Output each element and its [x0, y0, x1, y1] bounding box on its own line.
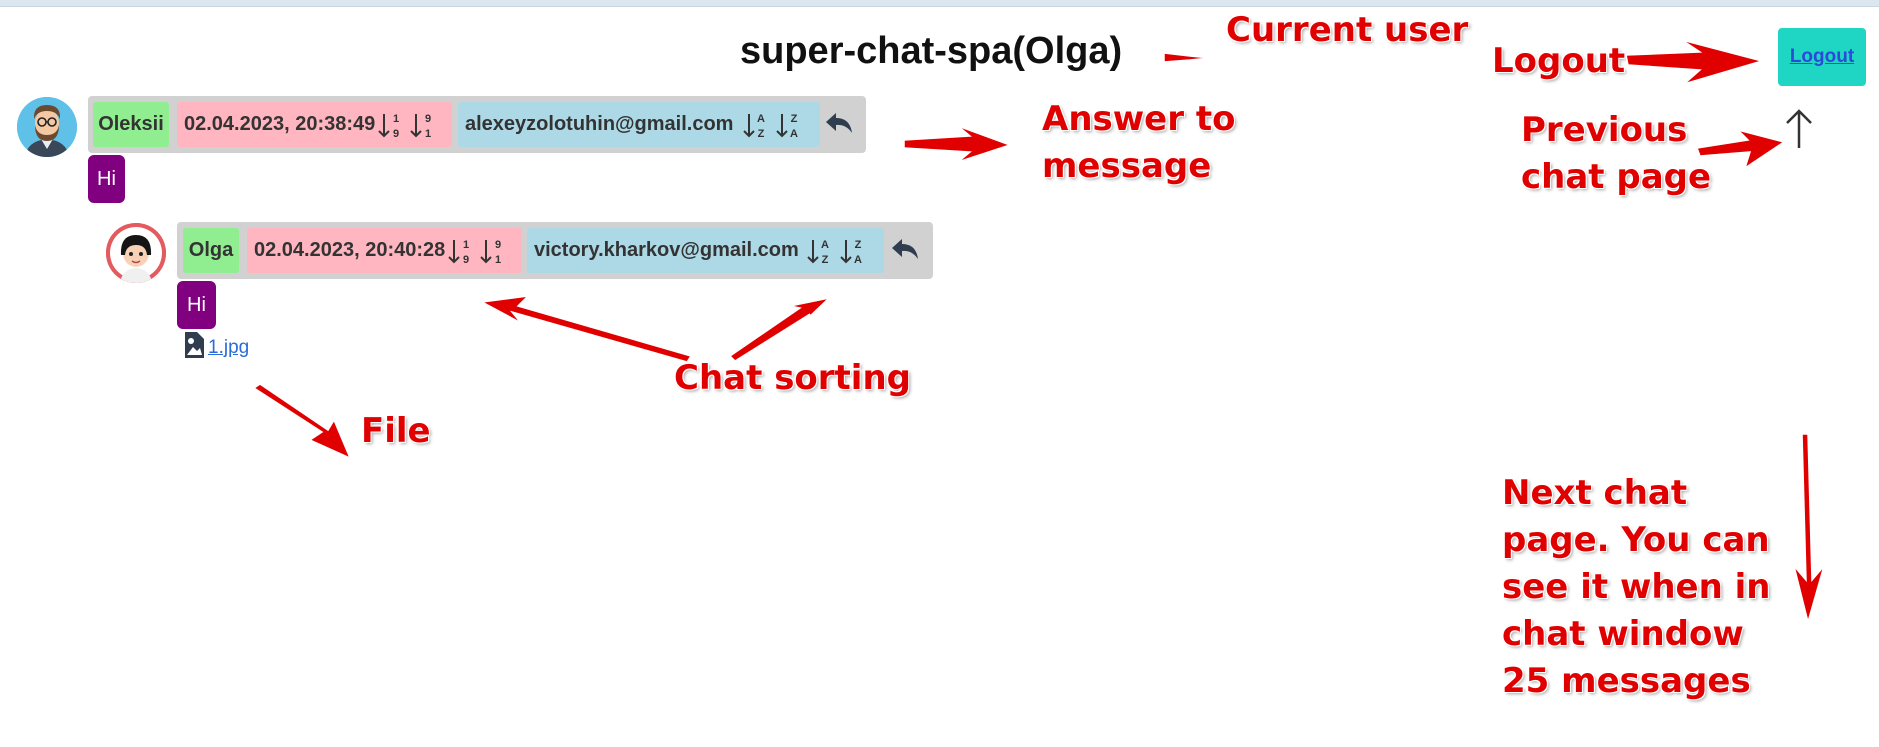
arrow-answer: [903, 125, 1013, 163]
arrow-current-user: [1163, 52, 1211, 63]
arrow-previous: [1695, 128, 1786, 170]
annotation-arrows: [252, 39, 1825, 625]
arrow-next-page: [1793, 433, 1825, 625]
arrow-file: [252, 383, 352, 460]
arrow-logout: [1625, 39, 1765, 85]
arrow-sorting-right: [728, 296, 832, 362]
arrow-sorting-left: [479, 294, 693, 363]
